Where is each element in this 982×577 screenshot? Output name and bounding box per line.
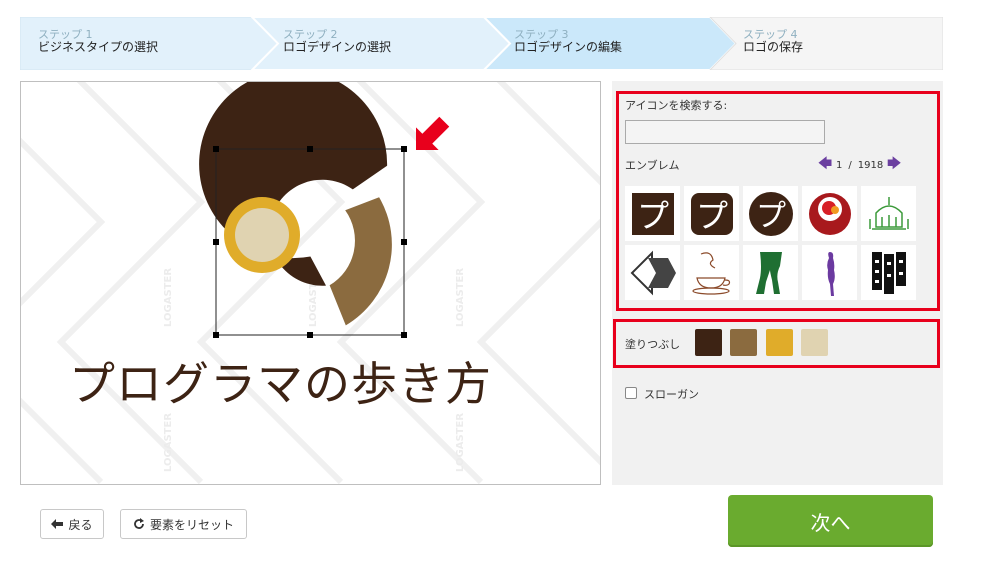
resize-handle[interactable]: [401, 146, 407, 152]
slogan-checkbox[interactable]: [625, 387, 637, 399]
katakana-pu-square-icon: プ: [631, 192, 674, 235]
arrow-right-icon[interactable]: 🡆: [886, 153, 902, 177]
step-4: ステップ 4 ロゴの保存: [710, 17, 943, 70]
step-1-label: ビジネスタイプの選択: [38, 40, 159, 54]
resize-handle[interactable]: [307, 332, 313, 338]
arrow-left-icon[interactable]: 🡄: [817, 153, 833, 177]
refresh-icon: [134, 518, 144, 529]
reset-button[interactable]: 要素をリセット: [120, 509, 247, 539]
resize-handle[interactable]: [213, 239, 219, 245]
icon-option[interactable]: [684, 245, 739, 300]
step-progress: ステップ 1 ビジネスタイプの選択 ステップ 2 ロゴデザインの選択 ステップ …: [20, 17, 943, 70]
step-2-label: ロゴデザインの選択: [283, 40, 392, 54]
resize-handle[interactable]: [307, 146, 313, 152]
purple-figure-icon: [826, 251, 835, 296]
page-total: 1918: [857, 159, 884, 171]
step-4-label: ロゴの保存: [743, 40, 804, 54]
arrow-left-icon: [51, 519, 64, 529]
icon-option[interactable]: [743, 245, 798, 300]
svg-text:プ: プ: [695, 197, 727, 235]
katakana-pu-rounded-icon: プ: [690, 192, 733, 235]
icon-option[interactable]: [802, 245, 857, 300]
page-separator: /: [848, 159, 852, 171]
icon-option[interactable]: [861, 186, 916, 241]
resize-handle[interactable]: [401, 332, 407, 338]
reset-button-label: 要素をリセット: [149, 517, 234, 532]
red-arrow-icon: [416, 116, 450, 150]
resize-handle[interactable]: [213, 146, 219, 152]
resize-handle[interactable]: [213, 332, 219, 338]
svg-text:プ: プ: [756, 199, 786, 234]
logo-canvas[interactable]: LOGASTER LOGASTER LOGASTER LOGASTER LOGA…: [20, 81, 601, 485]
icon-option[interactable]: プ: [743, 186, 798, 241]
page-current: 1: [836, 159, 843, 171]
icon-pager: 🡄 1 / 1918 🡆: [817, 155, 902, 175]
color-swatch-gold[interactable]: [766, 329, 793, 356]
icon-option[interactable]: [861, 245, 916, 300]
logo-emblem[interactable]: [21, 82, 601, 485]
step-3-label: ロゴデザインの編集: [514, 40, 623, 54]
back-button[interactable]: 戻る: [40, 509, 104, 539]
green-palace-icon: [868, 196, 909, 230]
resize-handle[interactable]: [401, 239, 407, 245]
icon-category-label: エンブレム: [625, 159, 680, 172]
emblem-beige-circle: [235, 208, 289, 262]
icon-search-label: アイコンを検索する:: [625, 99, 728, 112]
edit-panel: アイコンを検索する: エンブレム 🡄 1 / 1918 🡆 プ プ プ 塗りつぶ…: [612, 81, 943, 485]
fill-label: 塗りつぶし: [625, 338, 681, 351]
step-1[interactable]: ステップ 1 ビジネスタイプの選択: [20, 17, 252, 70]
color-swatch-dark-brown[interactable]: [695, 329, 722, 356]
icon-option[interactable]: [625, 245, 680, 300]
slogan-label: スローガン: [644, 388, 699, 401]
back-button-label: 戻る: [68, 517, 93, 532]
svg-text:プ: プ: [636, 197, 668, 235]
step-2[interactable]: ステップ 2 ロゴデザインの選択: [252, 17, 484, 70]
color-swatch-beige[interactable]: [801, 329, 828, 356]
next-button[interactable]: 次へ: [728, 495, 933, 547]
icon-option[interactable]: [802, 186, 857, 241]
coffee-cup-icon: [691, 251, 730, 295]
arrow-diamond-icon: [630, 250, 676, 295]
red-circle-emblem-icon: [808, 192, 851, 235]
step-3[interactable]: ステップ 3 ロゴデザインの編集: [484, 17, 710, 70]
green-legs-icon: [755, 251, 782, 294]
icon-option[interactable]: プ: [684, 186, 739, 241]
emblem-brown-arc: [329, 197, 392, 326]
black-bars-icon: [871, 251, 906, 294]
icon-option[interactable]: プ: [625, 186, 680, 241]
logo-text[interactable]: プログラマの歩き方: [69, 352, 559, 416]
icon-search-input[interactable]: [625, 120, 825, 144]
katakana-pu-circle-icon: プ: [748, 191, 793, 236]
color-swatch-brown[interactable]: [730, 329, 757, 356]
